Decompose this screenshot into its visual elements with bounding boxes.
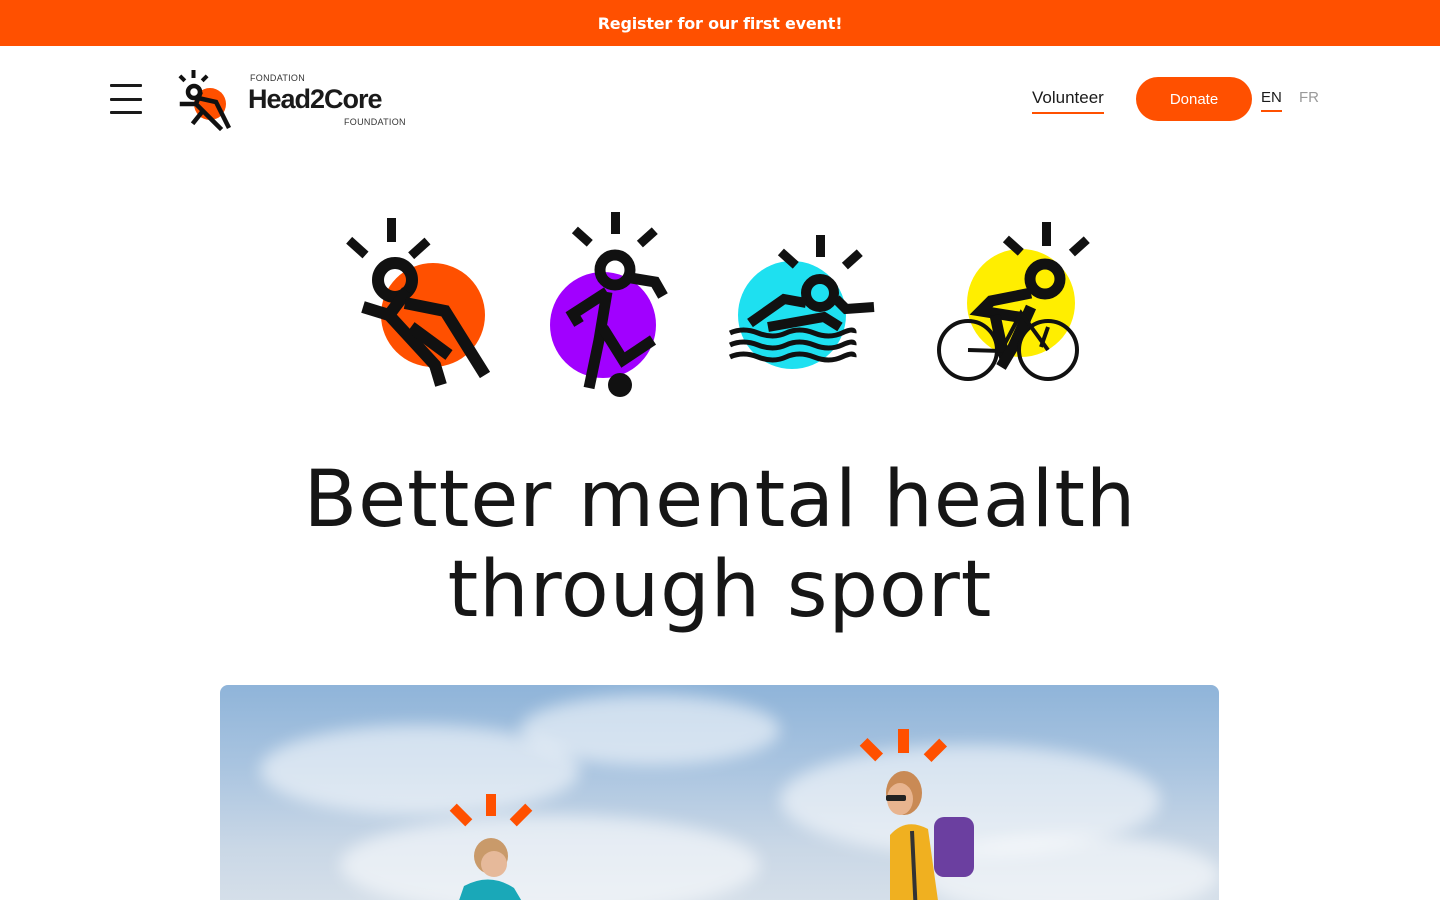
logo-fondation-label: FONDATION <box>250 73 306 83</box>
hero-image <box>220 685 1219 900</box>
donate-button[interactable]: Donate <box>1136 77 1252 121</box>
hero-headline-line-2: through sport <box>447 545 993 635</box>
hero-headline: Better mental health through sport <box>0 455 1440 635</box>
hiker-right-figure <box>859 729 974 900</box>
site-header: FONDATION Head2Core FOUNDATION Volunteer… <box>0 46 1440 156</box>
hero-headline-line-1: Better mental health <box>303 455 1137 545</box>
running-icon <box>346 218 491 387</box>
soccer-icon <box>550 212 668 397</box>
announcement-banner: Register for our first event! <box>0 0 1440 46</box>
logo-runner-icon <box>178 70 232 132</box>
volunteer-link[interactable]: Volunteer <box>1032 88 1104 114</box>
logo-wordmark: FONDATION Head2Core FOUNDATION <box>248 70 410 130</box>
logo-name: Head2Core <box>248 84 383 114</box>
language-en[interactable]: EN <box>1261 89 1282 112</box>
swimming-icon <box>728 235 875 369</box>
hamburger-icon[interactable] <box>110 84 142 114</box>
language-fr[interactable]: FR <box>1299 89 1319 106</box>
logo-foundation-label: FOUNDATION <box>344 117 406 127</box>
hiker-left-figure <box>449 794 533 900</box>
site-logo[interactable]: FONDATION Head2Core FOUNDATION <box>176 68 416 132</box>
sports-icons-row <box>0 205 1440 405</box>
cycling-icon <box>937 222 1090 381</box>
register-event-link[interactable]: Register for our first event! <box>598 14 843 33</box>
